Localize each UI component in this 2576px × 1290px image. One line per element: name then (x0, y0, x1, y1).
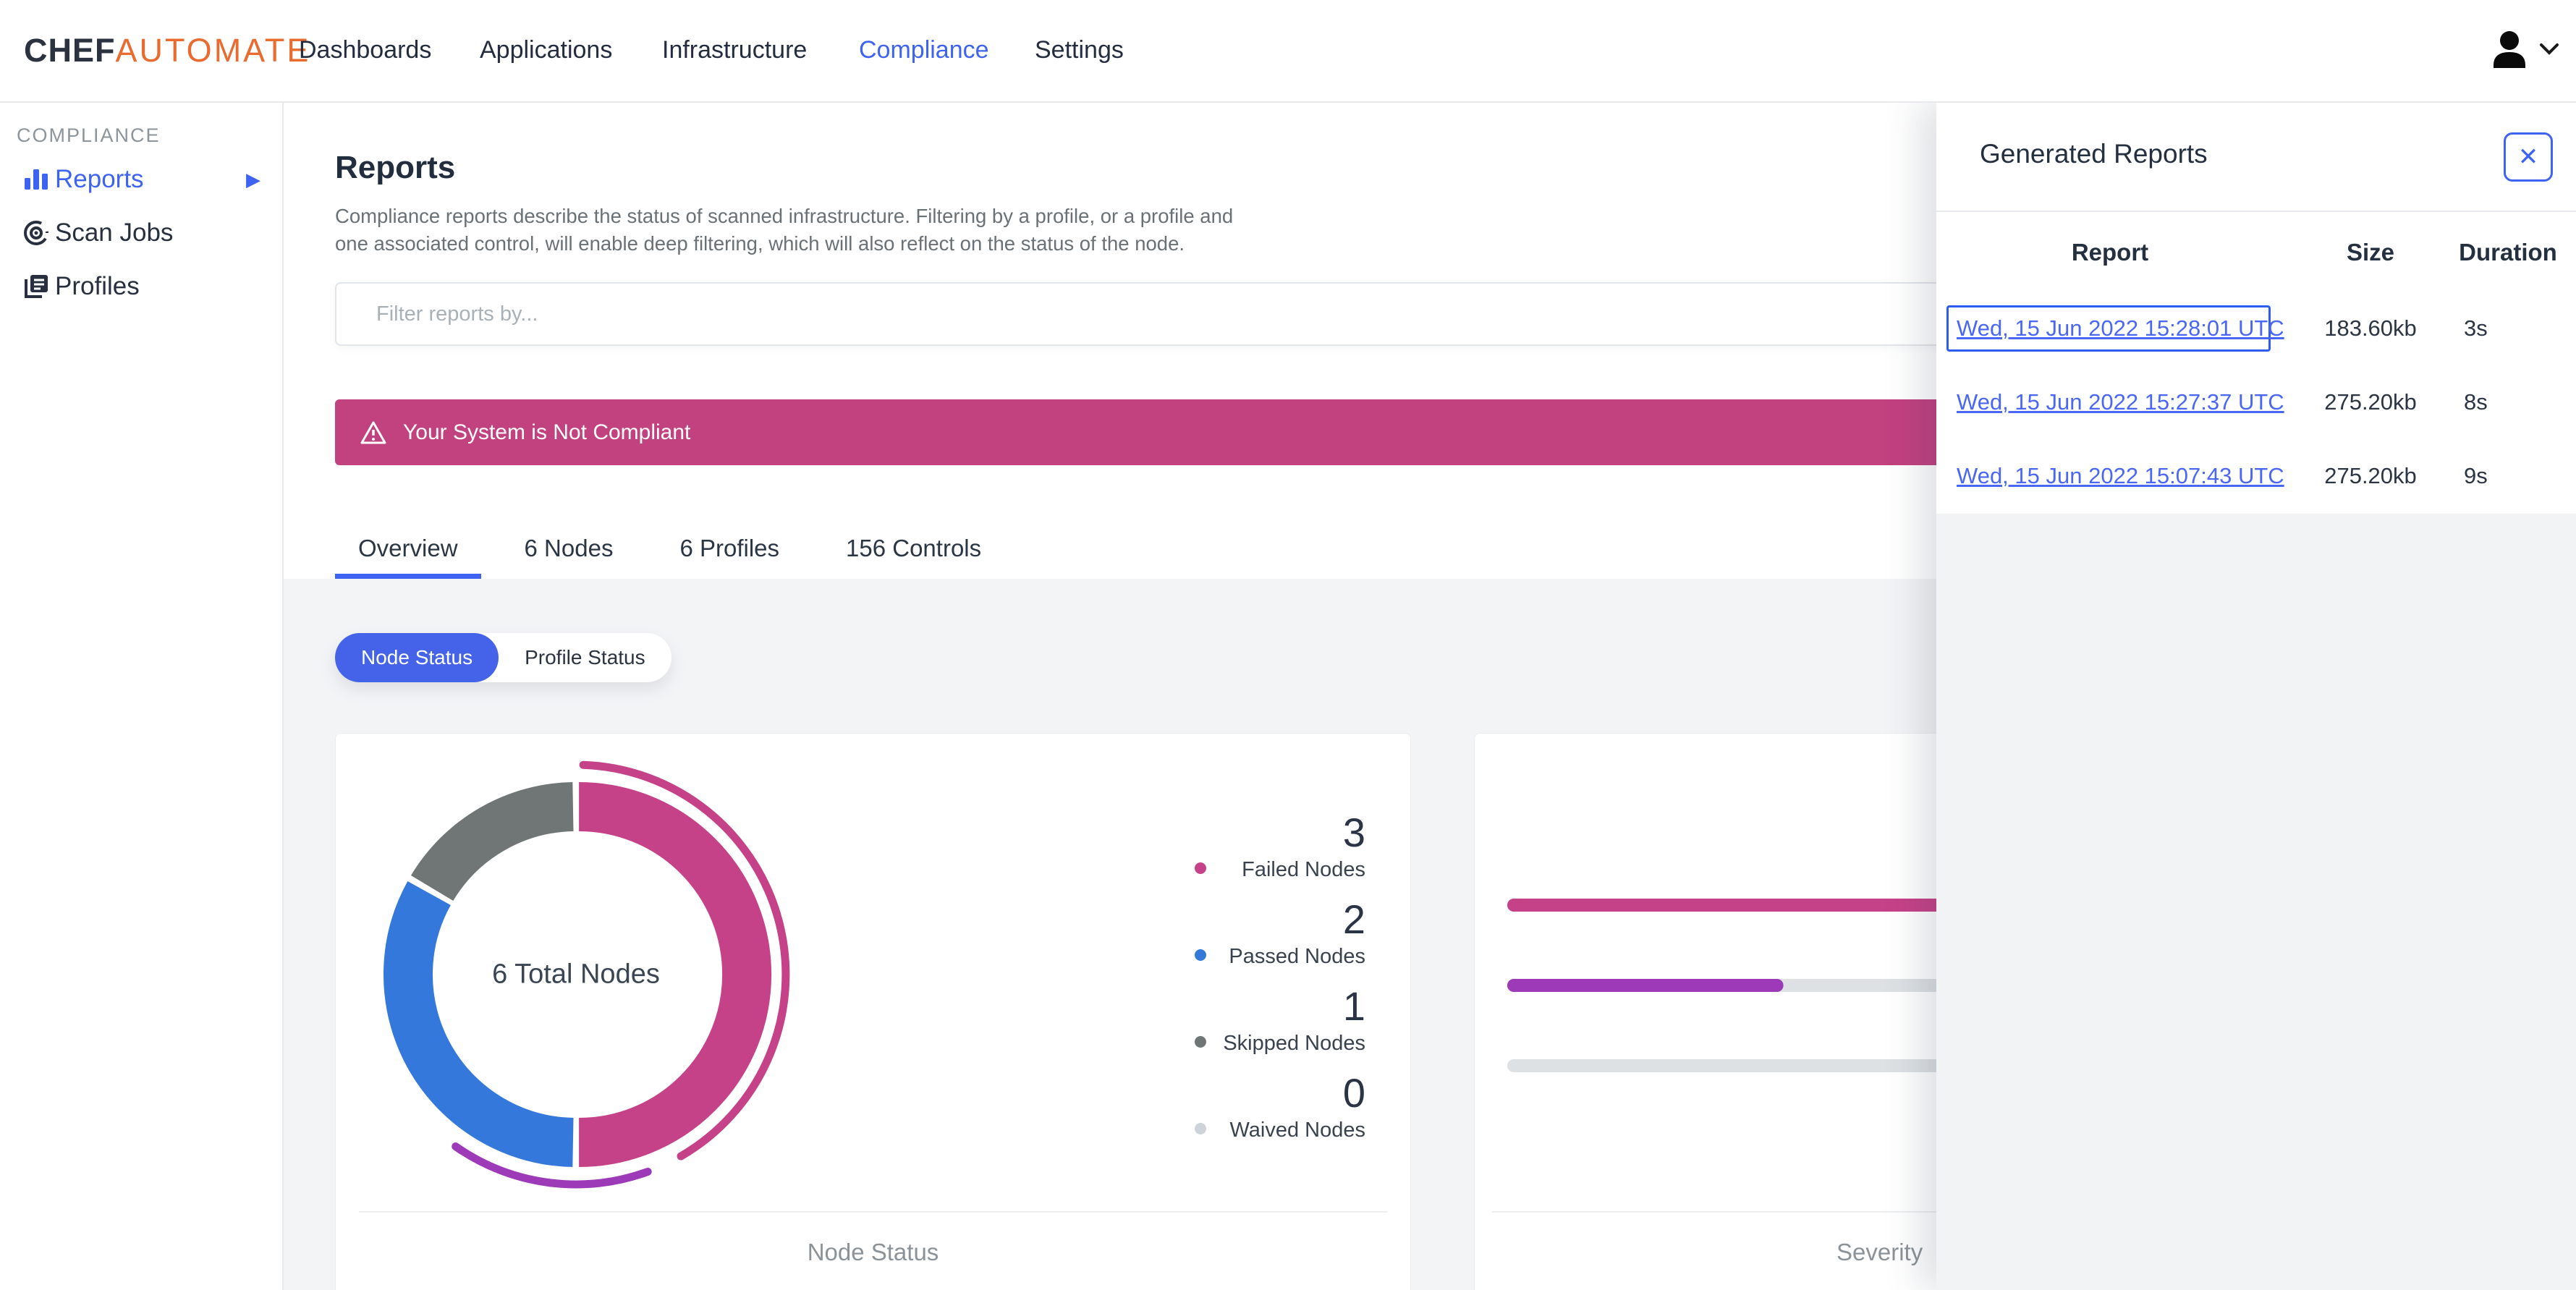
generated-reports-drawer: Generated Reports ✕ Report Size Duration… (1936, 101, 2576, 1290)
sidebar-item-label: Profiles (55, 272, 140, 300)
sidebar-item-scan-jobs[interactable]: Scan Jobs (0, 210, 282, 256)
profile-status-toggle-button[interactable]: Profile Status (499, 633, 671, 682)
severity-bar-2 (1507, 979, 1784, 992)
legend-dot-skipped (1195, 1036, 1206, 1048)
sidebar-item-reports[interactable]: Reports ▶ (0, 156, 282, 203)
report-duration: 3s (2464, 315, 2488, 341)
legend-item-waived: 0 Waived Nodes (1170, 1072, 1365, 1143)
tab-controls[interactable]: 156 Controls (823, 525, 1004, 579)
donut-segment-skipped[interactable] (410, 782, 575, 901)
sidebar-item-label: Reports (55, 165, 144, 193)
sidebar-item-profiles[interactable]: Profiles (0, 263, 282, 310)
card-footer-divider (359, 1211, 1387, 1213)
status-toggle: Node Status Profile Status (335, 633, 671, 682)
legend-label: Passed Nodes (1229, 945, 1365, 968)
report-size: 275.20kb (2324, 389, 2417, 415)
report-link[interactable]: Wed, 15 Jun 2022 15:27:37 UTC (1957, 379, 2284, 425)
legend-dot-waived (1195, 1123, 1206, 1134)
page-title: Reports (335, 150, 456, 186)
donut-segment-passed[interactable] (384, 881, 574, 1167)
drawer-header: Generated Reports ✕ (1936, 101, 2576, 212)
drawer-content-area: Generated Reports ✕ Report Size Duration… (1936, 101, 2576, 514)
donut-center-label: 6 Total Nodes (492, 959, 660, 990)
legend-item-passed: 2 Passed Nodes (1170, 899, 1365, 969)
user-icon (2491, 29, 2528, 73)
page-description: Compliance reports describe the status o… (335, 204, 1234, 255)
report-duration: 8s (2464, 389, 2488, 415)
node-status-card: 6 Total Nodes 3 Failed Nodes 2 Passed No… (335, 733, 1411, 1290)
column-header-duration: Duration (2459, 239, 2557, 266)
documents-icon (22, 272, 51, 301)
report-size: 183.60kb (2324, 315, 2417, 341)
severity-card-title: Severity (1836, 1239, 1923, 1265)
nav-dashboards[interactable]: Dashboards (299, 0, 431, 100)
bar-chart-icon (22, 165, 51, 194)
node-status-card-title: Node Status (807, 1239, 939, 1265)
legend-item-skipped: 1 Skipped Nodes (1170, 985, 1365, 1056)
tab-profiles[interactable]: 6 Profiles (656, 525, 802, 579)
report-duration: 9s (2464, 463, 2488, 488)
legend-label: Failed Nodes (1242, 858, 1365, 881)
nav-compliance[interactable]: Compliance (859, 0, 989, 100)
column-header-report: Report (2071, 239, 2149, 266)
page: CHEF AUTOMATE Dashboards Applications Inf… (0, 0, 2576, 1290)
close-drawer-button[interactable]: ✕ (2504, 132, 2553, 182)
user-menu[interactable] (2491, 0, 2569, 101)
tab-nodes[interactable]: 6 Nodes (501, 525, 637, 579)
chevron-down-icon (2538, 42, 2560, 60)
report-link[interactable]: Wed, 15 Jun 2022 15:07:43 UTC (1957, 453, 2284, 499)
sidebar-item-label: Scan Jobs (55, 218, 174, 247)
chef-automate-logo[interactable]: CHEF AUTOMATE (24, 0, 310, 101)
top-navigation-bar: CHEF AUTOMATE Dashboards Applications Inf… (0, 0, 2576, 103)
report-row: Wed, 15 Jun 2022 15:28:01 UTC 183.60kb 3… (1936, 305, 2576, 352)
sidebar-section-label: COMPLIANCE (17, 124, 161, 146)
legend-value: 0 (1342, 1070, 1365, 1116)
nav-infrastructure[interactable]: Infrastructure (662, 0, 807, 100)
scanner-icon (22, 218, 51, 247)
column-header-size: Size (2346, 239, 2395, 266)
nav-settings[interactable]: Settings (1035, 0, 1124, 100)
tab-overview[interactable]: Overview (335, 525, 481, 579)
report-row: Wed, 15 Jun 2022 15:07:43 UTC 275.20kb 9… (1936, 453, 2576, 499)
legend-label: Waived Nodes (1229, 1119, 1365, 1142)
report-size: 275.20kb (2324, 463, 2417, 488)
warning-icon (360, 420, 387, 445)
drawer-title: Generated Reports (1980, 139, 2208, 169)
node-status-legend: 3 Failed Nodes 2 Passed Nodes 1 Skipped … (1170, 812, 1365, 1159)
logo-chef: CHEF (24, 32, 116, 69)
sidebar: COMPLIANCE Reports ▶ Scan Jobs Profiles (0, 101, 284, 1290)
chevron-right-icon: ▶ (246, 168, 260, 190)
node-status-toggle-button[interactable]: Node Status (335, 633, 499, 682)
report-tabs: Overview 6 Nodes 6 Profiles 156 Controls (335, 525, 1004, 579)
report-link[interactable]: Wed, 15 Jun 2022 15:28:01 UTC (1957, 305, 2284, 352)
legend-value: 3 (1342, 810, 1365, 855)
legend-value: 2 (1342, 896, 1365, 942)
nav-applications[interactable]: Applications (480, 0, 612, 100)
legend-dot-failed (1195, 862, 1206, 874)
banner-text: Your System is Not Compliant (403, 420, 691, 444)
legend-value: 1 (1342, 983, 1365, 1029)
logo-automate: AUTOMATE (115, 32, 311, 69)
legend-dot-passed (1195, 949, 1206, 961)
report-row: Wed, 15 Jun 2022 15:27:37 UTC 275.20kb 8… (1936, 379, 2576, 425)
legend-label: Skipped Nodes (1223, 1032, 1365, 1055)
legend-item-failed: 3 Failed Nodes (1170, 812, 1365, 883)
close-icon: ✕ (2517, 143, 2539, 171)
